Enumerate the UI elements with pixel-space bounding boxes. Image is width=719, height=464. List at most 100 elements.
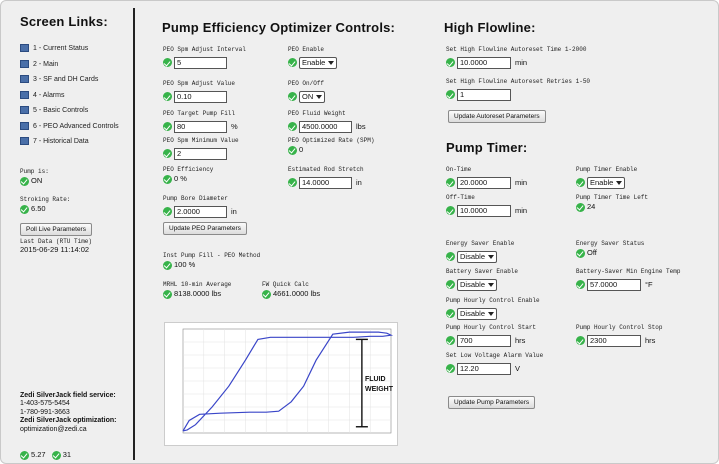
pump-is-status: ON xyxy=(20,176,42,186)
on-time-input[interactable]: 20.0000 xyxy=(457,176,511,189)
peo-efficiency-row: 0 % xyxy=(163,174,187,184)
status-ok-icon xyxy=(576,178,585,188)
chevron-down-icon xyxy=(316,94,323,99)
battery-saver-temp-input[interactable]: 57.0000 xyxy=(587,278,641,291)
status-ok-icon xyxy=(163,174,172,184)
peo-spm-min-label: PEO Spm Minimum Value xyxy=(163,137,239,144)
update-autoreset-button[interactable]: Update Autoreset Parameters xyxy=(448,110,546,123)
status-ok-icon xyxy=(576,280,585,290)
dynacard-chart: FLUID WEIGHT xyxy=(164,322,398,446)
peo-spm-adjust-interval-input[interactable]: 5 xyxy=(174,56,227,69)
peo-spm-adjust-interval-label: PEO Spm Adjust Interval xyxy=(163,46,246,53)
peo-target-fill-input[interactable]: 80 xyxy=(174,120,227,133)
screen-link-1[interactable]: 1 - Current Status xyxy=(20,44,119,60)
low-voltage-label: Set Low Voltage Alarm Value xyxy=(446,352,544,359)
inst-pump-fill-label: Inst Pump Fill - PEO Method xyxy=(163,252,261,259)
hourly-start-label: Pump Hourly Control Start xyxy=(446,324,537,331)
fw-quick-calc-label: FW Quick Calc xyxy=(262,281,309,288)
peo-fluid-weight-row: 4500.0000 lbs xyxy=(288,118,366,136)
poll-live-parameters-button[interactable]: Poll Live Parameters xyxy=(20,223,92,236)
hourly-stop-row: 2300 hrs xyxy=(576,332,655,350)
rod-stretch-input[interactable]: 14.0000 xyxy=(299,176,352,189)
screen-icon xyxy=(20,121,29,130)
flowline-reset-time-row: 10.0000 min xyxy=(446,54,527,72)
battery-saver-enable-select[interactable]: Disable xyxy=(457,278,498,291)
service-phone-2: 1-780-991-3663 xyxy=(20,408,70,416)
on-time-label: On-Time xyxy=(446,166,472,173)
peo-enable-select[interactable]: Enable xyxy=(299,56,338,69)
peo-spm-min-input[interactable]: 2 xyxy=(174,147,227,160)
screen-icon xyxy=(20,137,29,145)
update-peo-parameters-button[interactable]: Update PEO Parameters xyxy=(163,222,247,235)
time-left-row: 24 xyxy=(576,202,595,212)
screen-link-6[interactable]: 6 - PEO Advanced Controls xyxy=(20,121,119,138)
update-pump-parameters-button[interactable]: Update Pump Parameters xyxy=(448,396,536,409)
optimization-email[interactable]: optimization@zedi.ca xyxy=(20,426,116,434)
hourly-control-enable-select[interactable]: Disable xyxy=(457,307,498,320)
peo-onoff-select[interactable]: ON xyxy=(299,90,326,103)
status-ok-icon xyxy=(446,90,455,100)
screen-links-title: Screen Links: xyxy=(20,14,108,29)
contact-block: Zedi SilverJack field service: 1-403-575… xyxy=(20,392,116,434)
mrhl-row: 8138.0000 lbs xyxy=(163,289,221,299)
screen-link-7[interactable]: 7 - Historical Data xyxy=(20,137,119,153)
status-ok-icon xyxy=(288,145,297,155)
on-time-row: 20.0000 min xyxy=(446,174,527,192)
status-ok-icon xyxy=(163,289,172,299)
status-ok-icon xyxy=(163,122,172,132)
timer-enable-select[interactable]: Enable xyxy=(587,176,626,189)
hourly-stop-label: Pump Hourly Control Stop xyxy=(576,324,663,331)
status-ok-icon xyxy=(288,92,297,102)
off-time-input[interactable]: 10.0000 xyxy=(457,204,511,217)
status-ok-icon xyxy=(288,58,297,68)
last-data-label: Last Data (RTU Time) xyxy=(20,238,93,245)
pump-is-label: Pump is: xyxy=(20,168,49,175)
peo-fluid-weight-input[interactable]: 4500.0000 xyxy=(299,120,352,133)
peo-efficiency-label: PEO Efficiency xyxy=(163,166,214,173)
status-ok-icon xyxy=(446,336,455,346)
low-voltage-input[interactable]: 12.20 xyxy=(457,362,511,375)
high-flowline-title: High Flowline: xyxy=(444,20,536,35)
peo-spm-adjust-value-input[interactable]: 0.10 xyxy=(174,90,227,103)
chevron-down-icon xyxy=(488,254,495,259)
screen-link-3[interactable]: 3 - SF and DH Cards xyxy=(20,75,119,91)
stroking-rate-label: Stroking Rate: xyxy=(20,196,71,203)
chevron-down-icon xyxy=(616,180,623,185)
inst-pump-fill-row: 100 % xyxy=(163,260,195,270)
peo-enable-label: PEO Enable xyxy=(288,46,325,53)
screen-link-4[interactable]: 4 - Alarms xyxy=(20,90,119,107)
peo-spm-adjust-value-label: PEO Spm Adjust Value xyxy=(163,80,236,87)
stroking-rate-status: 6.50 xyxy=(20,204,46,214)
status-ok-icon xyxy=(163,92,172,102)
last-data-value: 2015-06-29 11:14:02 xyxy=(20,245,90,254)
screen-link-2[interactable]: 2 - Main xyxy=(20,59,119,76)
status-ok-icon xyxy=(20,204,29,214)
hourly-stop-input[interactable]: 2300 xyxy=(587,334,641,347)
flowline-reset-time-input[interactable]: 10.0000 xyxy=(457,56,511,69)
status-ok-icon xyxy=(446,252,455,262)
battery-saver-enable-row: Disable xyxy=(446,276,498,294)
peo-target-fill-label: PEO Target Pump Fill xyxy=(163,110,236,117)
energy-saver-enable-select[interactable]: Disable xyxy=(457,250,498,263)
screen-link-5[interactable]: 5 - Basic Controls xyxy=(20,106,119,122)
peo-onoff-row: ON xyxy=(288,88,326,106)
energy-saver-status-label: Energy Saver Status xyxy=(576,240,645,247)
peo-spm-adjust-value-row: 0.10 xyxy=(163,88,227,106)
pump-bore-row: 2.0000 in xyxy=(163,203,237,221)
rod-stretch-row: 14.0000 in xyxy=(288,174,362,192)
timer-enable-label: Pump Timer Enable xyxy=(576,166,638,173)
flowline-retries-input[interactable]: 1 xyxy=(457,88,511,101)
low-voltage-row: 12.20 V xyxy=(446,360,520,378)
status-ok-icon xyxy=(163,58,172,68)
time-left-label: Pump Timer Time Left xyxy=(576,194,649,201)
chevron-down-icon xyxy=(488,282,495,287)
hourly-start-input[interactable]: 700 xyxy=(457,334,511,347)
pump-bore-input[interactable]: 2.0000 xyxy=(174,205,227,218)
battery-saver-temp-row: 57.0000 °F xyxy=(576,276,653,294)
pump-timer-title: Pump Timer: xyxy=(446,140,528,155)
peo-optimized-rate-row: 0 xyxy=(288,145,303,155)
battery-saver-temp-label: Battery-Saver Min Engine Temp xyxy=(576,268,681,275)
status-ok-icon xyxy=(576,248,585,258)
status-ok-icon xyxy=(446,280,455,290)
battery-saver-enable-label: Battery Saver Enable xyxy=(446,268,519,275)
